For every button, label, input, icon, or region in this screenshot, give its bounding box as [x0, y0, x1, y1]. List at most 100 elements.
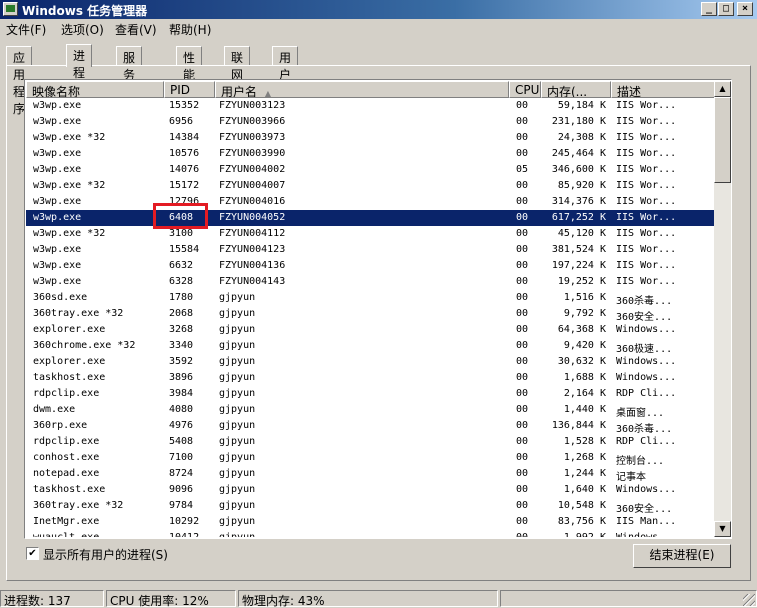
process-row[interactable]: 360chrome.exe *32 3340 gjpyun 00 9,420 K 360极… [26, 338, 715, 355]
vertical-scrollbar[interactable]: ▲ ▼ [714, 81, 731, 537]
process-cpu-cell: 00 [516, 420, 529, 431]
process-user-cell: FZYUN004136 [219, 260, 286, 271]
column-user-name[interactable]: 用户名 ▲ [215, 81, 509, 98]
process-row[interactable]: 360sd.exe 1780 gjpyun 00 1,516 K 360杀毒... [26, 290, 715, 307]
process-user-cell: gjpyun [219, 372, 256, 383]
process-name-cell: rdpclip.exe [33, 388, 100, 399]
process-desc-cell: 记事本 [616, 472, 646, 483]
process-row[interactable]: w3wp.exe *32 14384 FZYUN003973 00 24,308 K II… [26, 130, 715, 146]
column-cpu[interactable]: CPU [509, 81, 541, 98]
process-pid-cell: 10576 [169, 148, 200, 159]
process-desc-cell: IIS Wor... [616, 148, 677, 159]
process-user-cell: FZYUN003990 [219, 148, 286, 159]
tab-networking[interactable]: 联网 [224, 46, 251, 82]
process-row[interactable]: dwm.exe 4080 gjpyun 00 1,440 K 桌面窗... [26, 402, 715, 419]
process-row[interactable]: w3wp.exe *32 15172 FZYUN004007 00 85,920 K II… [26, 178, 715, 194]
process-name-cell: wuauclt.exe [33, 532, 163, 537]
process-name-cell: w3wp.exe [33, 260, 82, 271]
column-pid[interactable]: PID [164, 81, 215, 98]
column-image-name[interactable]: 映像名称 [26, 81, 164, 98]
process-user-cell: gjpyun [219, 484, 256, 495]
resize-grip-icon[interactable] [743, 594, 755, 606]
menu-help[interactable]: 帮助(H) [169, 21, 211, 38]
process-desc-cell: Windows... [616, 324, 677, 335]
tab-performance[interactable]: 性能 [176, 46, 203, 82]
process-user-cell: FZYUN004016 [219, 196, 286, 207]
process-row[interactable]: w3wp.exe *32 3100 FZYUN004112 00 45,120 K IIS… [26, 226, 715, 242]
process-row[interactable]: 360rp.exe 4976 gjpyun 00 136,844 K 360杀毒... [26, 418, 715, 435]
close-button[interactable]: × [737, 2, 753, 16]
process-row[interactable]: rdpclip.exe 3984 gjpyun 00 2,164 K RDP Cli... [26, 386, 715, 402]
process-row[interactable]: taskhost.exe 9096 gjpyun 00 1,640 K Windows..… [26, 482, 715, 498]
minimize-button[interactable]: _ [701, 2, 717, 16]
process-user-cell: FZYUN004143 [219, 276, 286, 287]
process-list[interactable]: 映像名称 PID 用户名 ▲ CPU 内存(... 描述 w3wp.exe 153… [24, 79, 732, 539]
show-all-users-checkbox[interactable]: ✔ [26, 547, 39, 560]
process-user-cell: FZYUN004112 [219, 228, 286, 239]
process-row[interactable]: w3wp.exe 15352 FZYUN003123 00 59,184 K IIS Wo… [26, 98, 715, 114]
menu-options[interactable]: 选项(O) [61, 21, 104, 38]
process-row[interactable]: w3wp.exe 6632 FZYUN004136 00 197,224 K IIS Wo… [26, 258, 715, 274]
process-row[interactable]: w3wp.exe 12796 FZYUN004016 00 314,376 K IIS W… [26, 194, 715, 210]
tab-applications[interactable]: 应用程序 [6, 46, 33, 116]
process-user-cell: FZYUN004002 [219, 164, 286, 175]
process-user-cell: gjpyun [219, 292, 256, 303]
process-row[interactable]: w3wp.exe 14076 FZYUN004002 05 346,600 K IIS W… [26, 162, 715, 178]
process-mem-cell: 30,632 K [557, 356, 606, 367]
process-desc-cell: Windows... [616, 532, 712, 537]
process-name-cell: explorer.exe [33, 324, 106, 335]
process-row[interactable]: rdpclip.exe 5408 gjpyun 00 1,528 K RDP Cli... [26, 434, 715, 450]
process-row[interactable]: explorer.exe 3268 gjpyun 00 64,368 K Windows.… [26, 322, 715, 338]
process-row[interactable]: notepad.exe 8724 gjpyun 00 1,244 K 记事本 [26, 466, 715, 483]
process-pid-cell: 3100 [169, 228, 194, 239]
menu-view[interactable]: 查看(V) [115, 21, 157, 38]
process-row[interactable]: w3wp.exe 10576 FZYUN003990 00 245,464 K IIS W… [26, 146, 715, 162]
process-user-cell: gjpyun [219, 532, 509, 537]
end-process-button[interactable]: 结束进程(E) [633, 544, 731, 568]
process-row[interactable]: 360tray.exe *32 9784 gjpyun 00 10,548 K 360安全… [26, 498, 715, 515]
process-pid-cell: 6632 [169, 260, 194, 271]
process-row[interactable]: w3wp.exe 6408 FZYUN004052 00 617,252 K IIS Wo… [26, 210, 715, 226]
process-row[interactable]: wuauclt.exe 10412gjpyun 001,992 K Windows..… [26, 530, 715, 537]
tab-processes[interactable]: 进程 [66, 44, 93, 80]
process-mem-cell: 1,268 K [563, 452, 606, 463]
process-row[interactable]: InetMgr.exe 10292 gjpyun 00 83,756 K IIS Man.… [26, 514, 715, 530]
process-user-cell: gjpyun [219, 468, 256, 479]
process-cpu-cell: 00 [516, 468, 529, 479]
process-pid-cell: 2068 [169, 308, 194, 319]
column-description[interactable]: 描述 [611, 81, 715, 98]
process-desc-cell: IIS Wor... [616, 132, 677, 143]
process-user-cell: FZYUN004007 [219, 180, 286, 191]
process-cpu-cell: 00 [516, 404, 529, 415]
tab-users[interactable]: 用户 [272, 46, 299, 82]
process-user-cell: gjpyun [219, 404, 256, 415]
process-desc-cell: 桌面窗... [616, 408, 665, 419]
process-cpu-cell: 00 [516, 308, 529, 319]
process-row[interactable]: taskhost.exe 3896 gjpyun 00 1,688 K Windows..… [26, 370, 715, 386]
process-row[interactable]: explorer.exe 3592 gjpyun 00 30,632 K Windows.… [26, 354, 715, 370]
process-mem-cell: 59,184 K [557, 100, 606, 111]
process-mem-cell: 314,376 K [551, 196, 606, 207]
scroll-thumb[interactable] [714, 97, 731, 183]
process-row[interactable]: w3wp.exe 6956 FZYUN003966 00 231,180 K IIS Wo… [26, 114, 715, 130]
process-desc-cell: IIS Wor... [616, 180, 677, 191]
process-pid-cell: 10292 [169, 516, 200, 527]
scroll-up-icon[interactable]: ▲ [714, 81, 731, 97]
tab-services[interactable]: 服务 [116, 46, 143, 82]
column-memory[interactable]: 内存(... [541, 81, 611, 98]
menu-file[interactable]: 文件(F) [6, 21, 46, 38]
status-empty-panel [500, 590, 757, 607]
process-row[interactable]: conhost.exe 7100 gjpyun 00 1,268 K 控制台... [26, 450, 715, 467]
column-user-name-label: 用户名 [221, 85, 258, 98]
process-cpu-cell: 05 [516, 164, 529, 175]
process-cpu-cell: 00 [516, 484, 529, 495]
process-pid-cell: 10412 [169, 532, 217, 537]
process-user-cell: FZYUN003123 [219, 100, 286, 111]
process-row[interactable]: w3wp.exe 6328 FZYUN004143 00 19,252 K IIS Wor… [26, 274, 715, 290]
process-row[interactable]: 360tray.exe *32 2068 gjpyun 00 9,792 K 360安全.… [26, 306, 715, 323]
scroll-down-icon[interactable]: ▼ [714, 521, 731, 537]
title-bar: Windows 任务管理器 _ □ × [0, 0, 757, 19]
process-row[interactable]: w3wp.exe 15584 FZYUN004123 00 381,524 K IIS W… [26, 242, 715, 258]
maximize-button[interactable]: □ [718, 2, 734, 16]
process-cpu-cell: 00 [516, 180, 529, 191]
